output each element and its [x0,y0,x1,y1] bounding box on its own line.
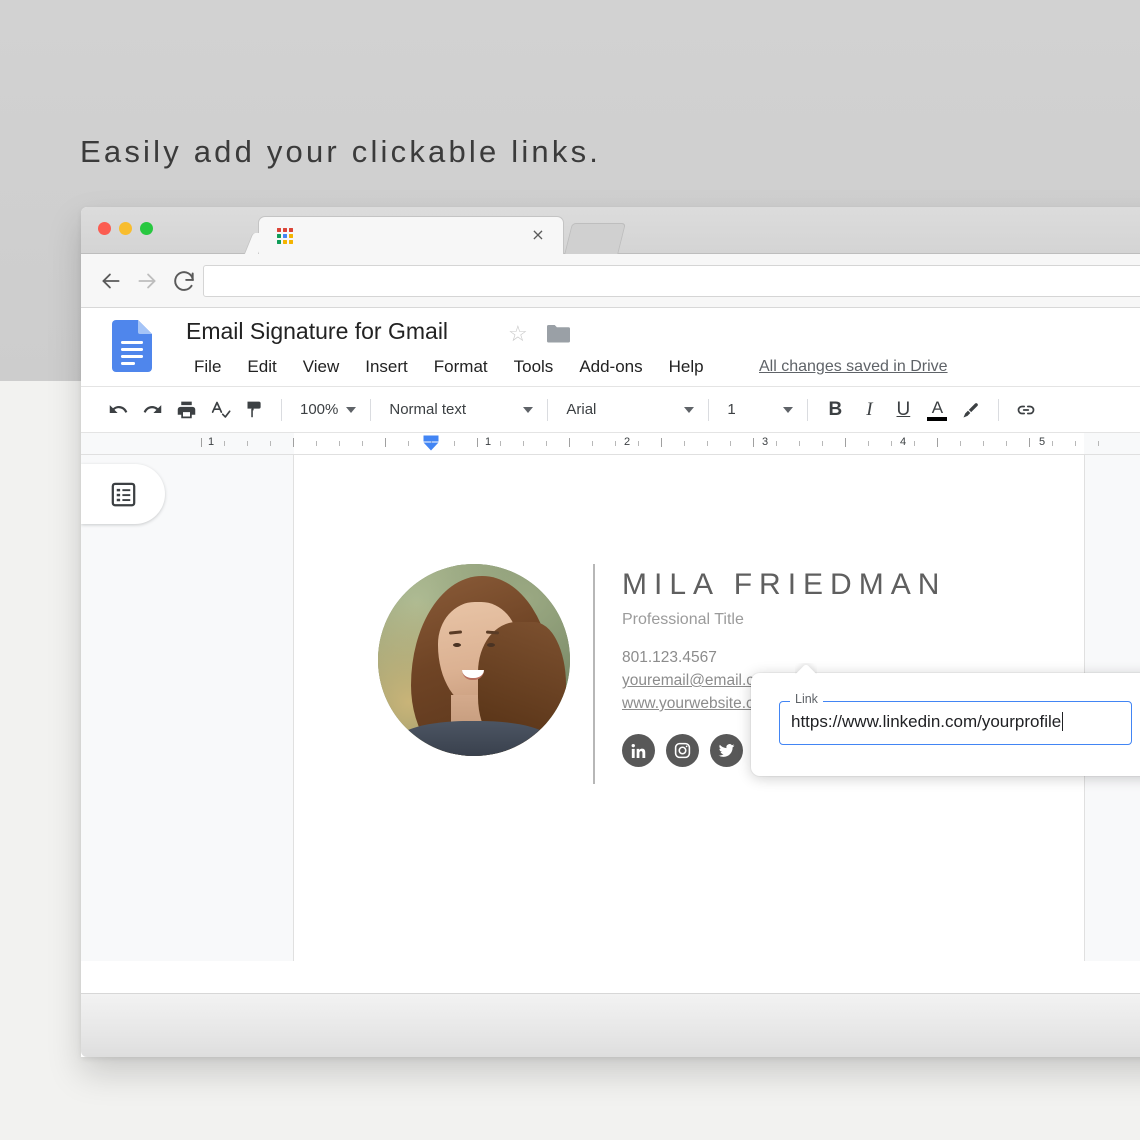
link-input-value: https://www.linkedin.com/yourprofile [791,712,1062,731]
font-size-dropdown[interactable]: 1 [719,394,797,426]
zoom-level-value: 100% [300,401,339,418]
paint-format-icon[interactable] [237,393,271,427]
ruler-number: 5 [1038,436,1046,448]
link-input[interactable]: https://www.linkedin.com/yourprofile [791,712,1064,732]
document-ruler[interactable]: 1 1 2 3 4 5 [81,433,1140,455]
chevron-down-icon [684,406,695,413]
avatar [378,564,570,756]
menu-edit[interactable]: Edit [234,357,289,377]
toolbar-divider [370,398,372,421]
menu-file[interactable]: File [181,357,234,377]
document-page[interactable]: MILA FRIEDMAN Professional Title 801.123… [294,455,1140,961]
text-color-button[interactable]: A [920,393,954,427]
browser-window: × Email Signature for Gmail ☆ File Edit … [81,207,1140,1057]
ruler-number: 1 [484,436,492,448]
screenshot-root: Easily add your clickable links. × Email… [0,0,1140,1140]
link-input-wrapper[interactable]: Link https://www.linkedin.com/yourprofil… [779,692,1132,745]
signature-divider [593,564,595,784]
text-color-swatch [927,416,948,421]
save-status[interactable]: All changes saved in Drive [759,358,948,376]
twitter-icon[interactable] [710,734,743,767]
browser-navbar [81,254,1140,308]
menu-insert[interactable]: Insert [352,357,421,377]
toolbar-divider [998,398,1000,421]
spellcheck-icon[interactable] [203,393,237,427]
signature-name: MILA FRIEDMAN [622,568,947,601]
star-icon[interactable]: ☆ [508,323,528,345]
menu-view[interactable]: View [290,357,353,377]
italic-button[interactable]: I [852,393,886,427]
close-window-button[interactable] [98,222,111,235]
ruler-number: 2 [623,436,631,448]
linkedin-icon[interactable] [622,734,655,767]
highlight-pen-icon[interactable] [954,393,988,427]
print-icon[interactable] [169,393,203,427]
reload-icon[interactable] [171,268,197,294]
browser-tabstrip: × [81,207,1140,255]
chevron-down-icon [346,406,357,413]
headline: Easily add your clickable links. [80,134,602,169]
tab-left-edge [243,233,267,255]
toolbar-divider [708,398,710,421]
link-icon[interactable] [1009,393,1043,427]
text-color-label: A [931,397,944,417]
docs-header: Email Signature for Gmail ☆ File Edit Vi… [81,308,1140,386]
ruler-number: 4 [899,436,907,448]
menu-format[interactable]: Format [421,357,501,377]
address-bar[interactable] [203,265,1140,297]
google-docs-icon[interactable] [112,320,152,372]
font-family-value: Arial [566,401,597,418]
close-tab-icon[interactable]: × [529,225,547,244]
toolbar-divider [547,398,549,421]
document-title[interactable]: Email Signature for Gmail [186,318,448,345]
instagram-icon[interactable] [666,734,699,767]
link-field-label: Link [790,692,823,706]
menu-help[interactable]: Help [656,357,717,377]
zoom-level-dropdown[interactable]: 100% [292,394,360,426]
paragraph-style-dropdown[interactable]: Normal text [381,394,537,426]
popup-arrow [795,663,817,674]
document-body: MILA FRIEDMAN Professional Title 801.123… [81,455,1140,961]
bold-button[interactable]: B [818,393,852,427]
indent-marker-icon[interactable] [423,435,439,451]
toolbar-divider [807,398,809,421]
underline-button[interactable]: U [886,393,920,427]
docs-menubar: File Edit View Insert Format Tools Add-o… [181,357,717,377]
docs-toolbar: 100% Normal text Arial 1 B I U A [81,386,1140,433]
ruler-number: 3 [761,436,769,448]
font-size-value: 1 [727,401,736,418]
window-controls [98,222,153,235]
chevron-down-icon [523,406,534,413]
font-family-dropdown[interactable]: Arial [558,394,698,426]
zoom-window-button[interactable] [140,222,153,235]
chevron-down-icon [783,406,794,413]
browser-tab-active[interactable]: × [243,216,564,255]
minimize-window-button[interactable] [119,222,132,235]
ruler-number: 1 [207,436,215,448]
document-outline-icon [111,482,135,506]
ruler-page-area [294,433,1084,454]
insert-link-popup: Link https://www.linkedin.com/yourprofil… [751,673,1140,776]
menu-add-ons[interactable]: Add-ons [566,357,655,377]
signature-title: Professional Title [622,611,744,628]
arrow-right-icon [134,268,160,294]
redo-icon[interactable] [135,393,169,427]
google-apps-grid-icon [277,228,294,245]
arrow-left-icon[interactable] [98,268,124,294]
undo-icon[interactable] [101,393,135,427]
text-cursor [1062,712,1064,731]
browser-tab-inactive[interactable] [564,223,626,255]
document-outline-button[interactable] [81,464,165,524]
signature-phone: 801.123.4567 [622,649,717,666]
browser-footer [81,993,1140,1057]
toolbar-divider [281,398,282,421]
folder-icon[interactable] [547,324,570,343]
paragraph-style-value: Normal text [389,401,467,418]
menu-tools[interactable]: Tools [501,357,567,377]
